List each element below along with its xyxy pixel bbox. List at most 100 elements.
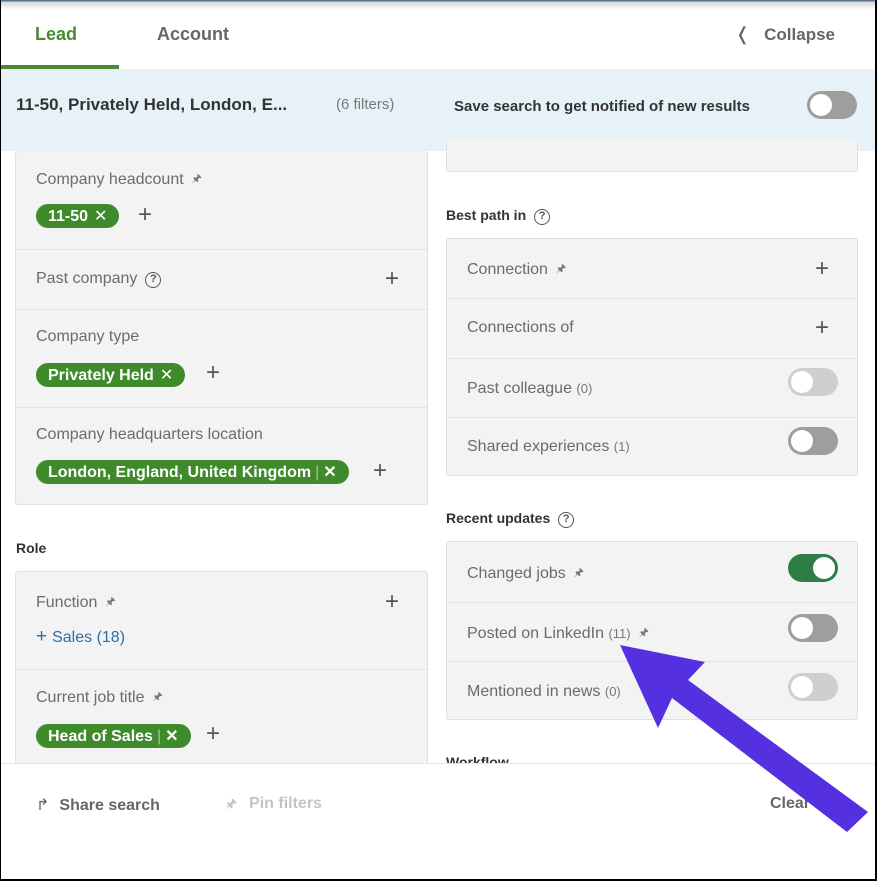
recent-updates-card: Changed jobs 🖈 Posted on LinkedIn (11) 🖈 M… xyxy=(446,541,858,720)
filter-count: (6 filters) xyxy=(336,96,395,113)
filter-summary[interactable]: 11-50, Privately Held, London, E... xyxy=(16,95,287,115)
close-icon[interactable]: ✕ xyxy=(160,367,173,384)
footer-bar: ↱ Share search 🖈 Pin filters Clear all xyxy=(1,763,875,879)
share-icon: ↱ xyxy=(36,797,50,814)
help-icon[interactable]: ? xyxy=(534,209,551,225)
recent-updates-title: Recent updates? xyxy=(446,510,575,528)
filter-connections-of[interactable]: Connections of + xyxy=(447,298,857,358)
pin-icon[interactable]: 🖈 xyxy=(153,688,163,707)
search-summary-banner: 11-50, Privately Held, London, E... (6 f… xyxy=(1,69,875,151)
mentioned-in-news-text: Mentioned in news xyxy=(467,683,601,700)
past-colleague-label: Past colleague (0) xyxy=(467,380,592,398)
add-connection-button[interactable]: + xyxy=(815,257,829,281)
suggestion-text: Sales (18) xyxy=(52,629,126,646)
close-icon[interactable]: ✕ xyxy=(165,728,178,745)
company-type-label: Company type xyxy=(36,328,140,345)
pin-icon[interactable]: 🖈 xyxy=(105,593,115,612)
posted-on-linkedin-toggle[interactable] xyxy=(788,614,838,642)
window-top-edge xyxy=(1,0,875,10)
tab-bar: Lead Account ❬ Collapse xyxy=(1,10,875,69)
suggested-function-sales[interactable]: + Sales (18) xyxy=(36,626,125,648)
add-company-type-button[interactable]: + xyxy=(206,361,220,385)
changed-jobs-text: Changed jobs xyxy=(467,565,566,582)
pin-icon[interactable]: 🖈 xyxy=(192,170,202,189)
chevron-left-icon: ❬ xyxy=(735,24,751,44)
chip-company-type[interactable]: Privately Held ✕ xyxy=(36,363,186,387)
posted-on-linkedin-count: (11) xyxy=(608,626,631,641)
chip-headcount[interactable]: 11-50 ✕ xyxy=(36,204,120,228)
connection-text: Connection xyxy=(467,261,548,278)
pin-icon[interactable]: 🖈 xyxy=(639,624,649,643)
company-headcount-text: Company headcount xyxy=(36,171,184,188)
add-function-button[interactable]: + xyxy=(385,590,399,614)
current-job-title-label: Current job title 🖈 xyxy=(36,688,163,707)
collapse-label: Collapse xyxy=(764,25,835,44)
shared-experiences-text: Shared experiences xyxy=(467,438,610,455)
toggle-knob xyxy=(813,557,835,579)
pin-filters-button[interactable]: 🖈 Pin filters xyxy=(225,795,322,817)
filter-company-type: Company type Privately Held ✕ + xyxy=(16,309,427,407)
posted-on-linkedin-text: Posted on LinkedIn xyxy=(467,625,604,642)
add-headcount-button[interactable]: + xyxy=(138,203,152,227)
changed-jobs-label: Changed jobs 🖈 xyxy=(467,564,584,583)
past-colleague-text: Past colleague xyxy=(467,380,572,397)
share-search-button[interactable]: ↱ Share search xyxy=(36,795,160,815)
toggle-knob xyxy=(791,676,813,698)
posted-on-linkedin-label: Posted on LinkedIn (11) 🖈 xyxy=(467,624,649,643)
clear-all-button[interactable]: Clear all xyxy=(770,795,832,813)
chip-hq-location[interactable]: London, England, United Kingdom | ✕ xyxy=(36,460,349,484)
filter-current-job-title: Current job title 🖈 Head of Sales | ✕ + xyxy=(16,669,427,772)
connections-of-label: Connections of xyxy=(467,319,574,336)
shared-experiences-toggle[interactable] xyxy=(788,427,838,455)
changed-jobs-toggle[interactable] xyxy=(788,554,838,582)
shared-experiences-label: Shared experiences (1) xyxy=(467,438,630,456)
save-search-label: Save search to get notified of new resul… xyxy=(454,98,750,115)
best-path-text: Best path in xyxy=(446,207,527,223)
chip-separator: | xyxy=(315,464,320,481)
filter-connection[interactable]: Connection 🖈 + xyxy=(447,239,857,298)
help-icon[interactable]: ? xyxy=(145,272,162,288)
pin-filters-label: Pin filters xyxy=(249,795,322,812)
filter-changed-jobs: Changed jobs 🖈 xyxy=(447,542,857,602)
chip-text: London, England, United Kingdom xyxy=(48,464,312,481)
pin-icon[interactable]: 🖈 xyxy=(574,564,584,583)
toggle-knob xyxy=(791,617,813,639)
pin-icon[interactable]: 🖈 xyxy=(556,260,566,279)
filter-past-colleague: Past colleague (0) xyxy=(447,358,857,417)
past-company-label: Past company? xyxy=(36,270,162,288)
tab-account[interactable]: Account xyxy=(157,24,229,45)
plus-icon: + xyxy=(36,626,48,647)
best-path-card: Connection 🖈 + Connections of + Past coll… xyxy=(446,238,858,476)
add-hq-location-button[interactable]: + xyxy=(373,459,387,483)
chip-separator: | xyxy=(156,728,162,745)
mentioned-in-news-label: Mentioned in news (0) xyxy=(467,683,621,701)
past-company-text: Past company xyxy=(36,270,138,287)
filter-company-headcount: Company headcount 🖈 11-50 ✕ + xyxy=(16,151,427,249)
past-colleague-count: (0) xyxy=(576,381,593,396)
close-icon[interactable]: ✕ xyxy=(323,464,336,481)
chip-text: Privately Held xyxy=(48,367,154,384)
filter-function: Function 🖈 + + Sales (18) xyxy=(16,572,427,669)
close-icon[interactable]: ✕ xyxy=(94,208,107,225)
connection-label: Connection 🖈 xyxy=(467,260,566,279)
help-icon[interactable]: ? xyxy=(558,512,575,528)
share-search-label: Share search xyxy=(59,797,160,814)
add-connections-of-button[interactable]: + xyxy=(815,316,829,340)
chip-job-title[interactable]: Head of Sales | ✕ xyxy=(36,724,191,748)
add-past-company-button[interactable]: + xyxy=(385,267,399,291)
best-path-title: Best path in? xyxy=(446,207,551,225)
tab-lead[interactable]: Lead xyxy=(35,24,77,45)
toggle-knob xyxy=(791,371,813,393)
add-job-title-button[interactable]: + xyxy=(206,722,220,746)
mentioned-in-news-toggle[interactable] xyxy=(788,673,838,701)
mentioned-in-news-count: (0) xyxy=(604,684,621,699)
hq-location-label: Company headquarters location xyxy=(36,426,263,443)
function-text: Function xyxy=(36,594,98,611)
collapse-button[interactable]: ❬ Collapse xyxy=(735,24,835,45)
filter-past-company[interactable]: Past company? + xyxy=(16,249,427,309)
save-search-toggle[interactable] xyxy=(807,91,857,119)
filter-shared-experiences: Shared experiences (1) xyxy=(447,417,857,477)
past-colleague-toggle[interactable] xyxy=(788,368,838,396)
role-section-title: Role xyxy=(16,540,47,556)
chip-text: 11-50 xyxy=(48,208,89,225)
